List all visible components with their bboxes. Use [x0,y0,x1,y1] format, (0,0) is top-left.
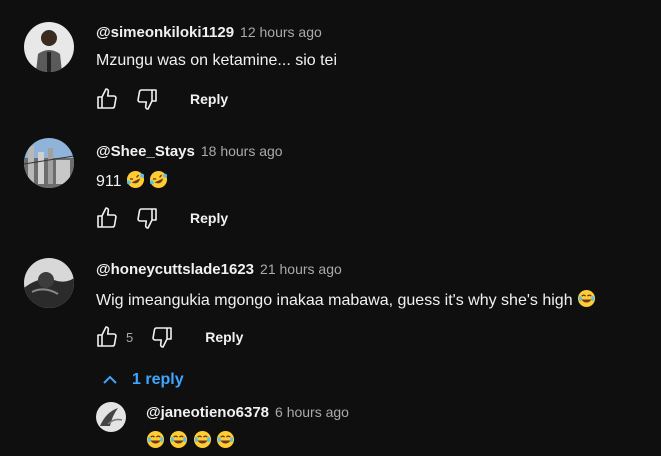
comment: @Shee_Stays 18 hours ago 911 Reply [0,120,661,240]
comment-actions: Reply [94,204,228,232]
comment-actions: 5 Reply [94,323,243,351]
comment: @simeonkiloki1129 12 hours ago Mzungu wa… [0,0,661,120]
comment-header: @simeonkiloki1129 12 hours ago [96,24,322,41]
comment-timestamp[interactable]: 6 hours ago [275,404,349,420]
thumbs-up-icon [97,326,117,347]
like-count: 5 [126,329,134,345]
dislike-button[interactable] [149,324,175,350]
avatar[interactable] [24,258,74,308]
thumbs-down-icon [137,208,157,229]
comment-header: @janeotieno6378 6 hours ago [146,404,349,421]
like-button[interactable] [94,86,120,112]
rofl-emoji-icon [126,170,145,194]
comment-timestamp[interactable]: 21 hours ago [260,261,342,277]
tears-of-joy-emoji-icon [146,430,165,454]
comment-text-value: 911 [96,173,122,190]
comment-timestamp[interactable]: 18 hours ago [201,143,283,159]
view-replies-label: 1 reply [132,371,184,388]
comment-header: @honeycuttslade1623 21 hours ago [96,261,342,278]
avatar[interactable] [24,138,74,188]
avatar[interactable] [96,402,126,432]
comment-text: 911 [96,170,168,194]
chevron-up-icon [103,375,117,384]
thumbs-down-icon [152,327,173,348]
reply-button[interactable]: Reply [190,91,228,107]
comment-author[interactable]: @simeonkiloki1129 [96,24,234,41]
tears-of-joy-emoji-icon [216,430,235,454]
comment-author[interactable]: @honeycuttslade1623 [96,261,254,278]
comment-header: @Shee_Stays 18 hours ago [96,143,283,160]
comment-text-value: Wig imeangukia mgongo inakaa mabawa, gue… [96,292,573,309]
comment-text [146,430,235,454]
reply-button[interactable]: Reply [205,329,243,345]
thumbs-down-icon [137,89,157,110]
dislike-button[interactable] [134,86,160,112]
comment-text: Wig imeangukia mgongo inakaa mabawa, gue… [96,289,596,313]
comment-author[interactable]: @Shee_Stays [96,143,195,160]
tears-of-joy-emoji-icon [193,430,212,454]
dislike-button[interactable] [134,205,160,231]
tears-of-joy-emoji-icon [577,289,596,313]
comment-timestamp[interactable]: 12 hours ago [240,24,322,40]
comment-text: Mzungu was on ketamine... sio tei [96,52,338,69]
thumbs-up-icon [97,207,117,228]
comment: @honeycuttslade1623 21 hours ago Wig ime… [0,240,661,370]
reply-comment: @janeotieno6378 6 hours ago [0,396,661,456]
like-button[interactable] [94,205,120,231]
view-replies-button[interactable]: 1 reply [100,370,184,390]
thumbs-up-icon [97,88,117,109]
like-button[interactable] [94,324,120,350]
rofl-emoji-icon [149,170,168,194]
comment-actions: Reply [94,85,228,113]
tears-of-joy-emoji-icon [169,430,188,454]
reply-button[interactable]: Reply [190,210,228,226]
avatar[interactable] [24,22,74,72]
comment-author[interactable]: @janeotieno6378 [146,404,269,421]
